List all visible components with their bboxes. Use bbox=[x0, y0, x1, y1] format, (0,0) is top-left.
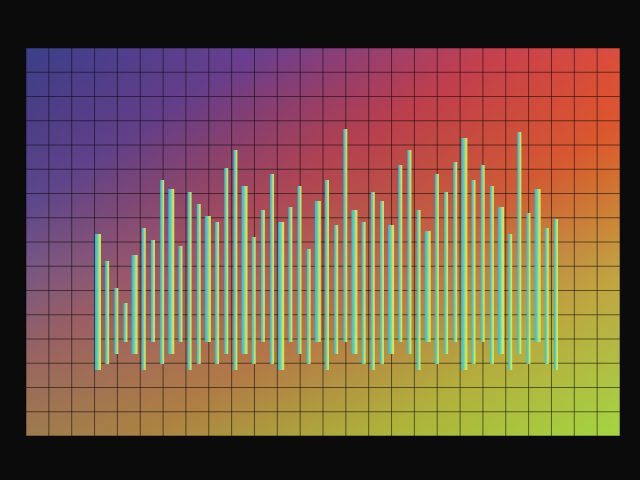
bar bbox=[508, 234, 513, 370]
bar bbox=[434, 174, 439, 364]
bar bbox=[325, 180, 329, 370]
bar bbox=[123, 303, 128, 342]
bar bbox=[534, 189, 541, 342]
bar bbox=[306, 249, 311, 364]
bar bbox=[241, 186, 248, 354]
bar bbox=[370, 192, 375, 370]
bar bbox=[398, 165, 403, 342]
bar bbox=[233, 150, 238, 370]
bar bbox=[278, 222, 285, 370]
bar bbox=[314, 201, 321, 342]
bar bbox=[150, 240, 155, 342]
bar bbox=[141, 228, 146, 370]
bar bbox=[407, 150, 412, 354]
bar bbox=[334, 225, 339, 354]
bar bbox=[114, 288, 119, 354]
chart bbox=[0, 0, 640, 480]
bar bbox=[388, 225, 395, 354]
bar bbox=[351, 210, 358, 354]
bar bbox=[471, 180, 476, 364]
bar bbox=[416, 210, 421, 370]
bar bbox=[168, 189, 175, 354]
bar bbox=[215, 222, 220, 364]
bar bbox=[461, 138, 468, 370]
bar bbox=[453, 162, 458, 342]
bar bbox=[361, 222, 366, 364]
bar bbox=[251, 237, 256, 364]
bar bbox=[270, 174, 275, 364]
bar bbox=[489, 186, 494, 364]
bar bbox=[224, 168, 229, 354]
bar bbox=[288, 207, 293, 342]
bar bbox=[105, 261, 110, 364]
bar bbox=[160, 180, 165, 364]
bar bbox=[178, 246, 183, 342]
bar bbox=[204, 216, 211, 342]
bar bbox=[297, 186, 302, 354]
bar bbox=[260, 210, 265, 342]
bar bbox=[480, 165, 485, 342]
bar bbox=[544, 228, 549, 364]
bar bbox=[343, 129, 348, 342]
bar bbox=[517, 132, 522, 354]
bar bbox=[444, 192, 449, 354]
bar bbox=[196, 204, 201, 364]
chart-svg bbox=[25, 47, 621, 437]
bar bbox=[554, 219, 558, 370]
bar bbox=[187, 192, 192, 370]
bar bbox=[498, 207, 505, 354]
bar bbox=[526, 213, 531, 364]
bar bbox=[379, 201, 384, 364]
bar bbox=[424, 231, 431, 342]
bar bbox=[95, 234, 101, 370]
bar bbox=[131, 255, 138, 354]
